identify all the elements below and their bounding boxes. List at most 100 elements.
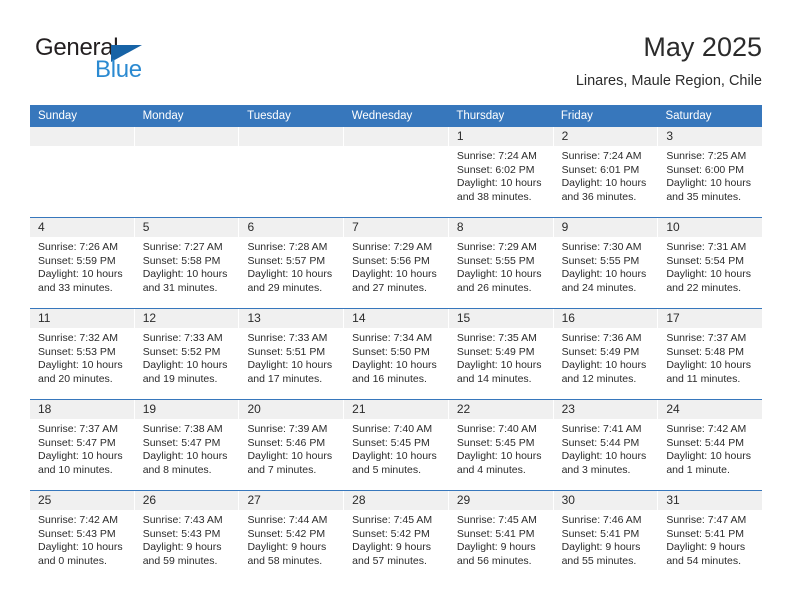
calendar-day-cell[interactable]: 23 Sunrise: 7:41 AM Sunset: 5:44 PM Dayligh… bbox=[553, 400, 659, 490]
calendar-day-cell[interactable]: 20 Sunrise: 7:39 AM Sunset: 5:46 PM Dayligh… bbox=[239, 400, 345, 490]
calendar-day-cell[interactable]: 19 Sunrise: 7:38 AM Sunset: 5:47 PM Dayligh… bbox=[134, 400, 240, 490]
calendar-day-number: 12 bbox=[134, 309, 239, 328]
day-daylight-line1-text: Daylight: 10 hours bbox=[352, 359, 437, 372]
calendar-day-cell[interactable]: 30 Sunrise: 7:46 AM Sunset: 5:41 PM Dayligh… bbox=[553, 491, 659, 581]
day-daylight-line1-text: Daylight: 10 hours bbox=[561, 450, 647, 463]
day-sunrise-text: Sunrise: 7:32 AM bbox=[38, 332, 118, 344]
day-daylight-line1-text: Daylight: 9 hours bbox=[142, 541, 222, 554]
page-subtitle: Linares, Maule Region, Chile bbox=[575, 73, 762, 89]
calendar-day-number: 11 bbox=[30, 309, 134, 328]
day-sunrise-text: Sunrise: 7:29 AM bbox=[352, 241, 433, 253]
calendar-day-number: 16 bbox=[553, 309, 658, 328]
calendar-day-details: Sunrise: 7:46 AM Sunset: 5:41 PM Daylight:… bbox=[554, 510, 658, 574]
calendar-grid: Sunday Monday Tuesday Wednesday Thursday… bbox=[30, 105, 763, 581]
day-daylight-line1-text: Daylight: 10 hours bbox=[456, 450, 542, 463]
calendar-day-cell[interactable]: 9 Sunrise: 7:30 AM Sunset: 5:55 PM Daylight… bbox=[553, 218, 659, 308]
calendar-day-cell[interactable]: 1 Sunrise: 7:24 AM Sunset: 6:02 PM Daylight… bbox=[448, 127, 554, 217]
day-daylight-line1-text: Daylight: 10 hours bbox=[456, 359, 542, 372]
calendar-day-cell[interactable]: 15 Sunrise: 7:35 AM Sunset: 5:49 PM Dayligh… bbox=[448, 309, 554, 399]
day-daylight-line2-text: and 35 minutes. bbox=[666, 190, 742, 203]
day-sunset-text: Sunset: 5:41 PM bbox=[666, 527, 744, 540]
day-sunrise-text: Sunrise: 7:40 AM bbox=[352, 423, 433, 435]
calendar-day-cell[interactable]: 5 Sunrise: 7:27 AM Sunset: 5:58 PM Daylight… bbox=[134, 218, 240, 308]
day-sunset-text: Sunset: 5:42 PM bbox=[352, 527, 430, 540]
calendar-day-cell[interactable]: 14 Sunrise: 7:34 AM Sunset: 5:50 PM Dayligh… bbox=[344, 309, 449, 399]
day-daylight-line2-text: and 56 minutes. bbox=[456, 554, 532, 567]
day-daylight-line2-text: and 36 minutes. bbox=[561, 190, 637, 203]
day-daylight-line2-text: and 10 minutes. bbox=[38, 463, 113, 476]
calendar-day-cell[interactable]: 7 Sunrise: 7:29 AM Sunset: 5:56 PM Daylight… bbox=[344, 218, 449, 308]
calendar-day-cell[interactable]: 18 Sunrise: 7:37 AM Sunset: 5:47 PM Dayligh… bbox=[30, 400, 135, 490]
day-daylight-line2-text: and 57 minutes. bbox=[352, 554, 427, 567]
day-daylight-line2-text: and 26 minutes. bbox=[456, 281, 532, 294]
calendar-day-details: Sunrise: 7:44 AM Sunset: 5:42 PM Daylight:… bbox=[239, 510, 343, 574]
calendar-day-cell[interactable]: 22 Sunrise: 7:40 AM Sunset: 5:45 PM Dayligh… bbox=[448, 400, 554, 490]
calendar-day-cell[interactable]: 13 Sunrise: 7:33 AM Sunset: 5:51 PM Dayligh… bbox=[239, 309, 345, 399]
calendar-day-cell[interactable]: 12 Sunrise: 7:33 AM Sunset: 5:52 PM Dayligh… bbox=[134, 309, 240, 399]
calendar-day-number bbox=[134, 127, 239, 146]
day-sunrise-text: Sunrise: 7:46 AM bbox=[561, 514, 642, 526]
day-sunset-text: Sunset: 5:46 PM bbox=[247, 436, 326, 449]
calendar-day-cell[interactable]: 17 Sunrise: 7:37 AM Sunset: 5:48 PM Dayligh… bbox=[658, 309, 763, 399]
calendar-day-cell[interactable]: 21 Sunrise: 7:40 AM Sunset: 5:45 PM Dayligh… bbox=[344, 400, 449, 490]
calendar-day-cell[interactable]: 4 Sunrise: 7:26 AM Sunset: 5:59 PM Daylight… bbox=[30, 218, 135, 308]
calendar-day-cell[interactable]: 2 Sunrise: 7:24 AM Sunset: 6:01 PM Daylight… bbox=[553, 127, 659, 217]
day-sunrise-text: Sunrise: 7:45 AM bbox=[352, 514, 433, 526]
day-daylight-line1-text: Daylight: 10 hours bbox=[561, 177, 647, 190]
calendar-day-cell[interactable]: 27 Sunrise: 7:44 AM Sunset: 5:42 PM Dayligh… bbox=[239, 491, 345, 581]
calendar-day-details: Sunrise: 7:34 AM Sunset: 5:50 PM Daylight:… bbox=[344, 328, 448, 392]
day-sunrise-text: Sunrise: 7:40 AM bbox=[456, 423, 537, 435]
day-daylight-line1-text: Daylight: 10 hours bbox=[247, 268, 333, 281]
calendar-day-cell[interactable]: 28 Sunrise: 7:45 AM Sunset: 5:42 PM Dayligh… bbox=[344, 491, 449, 581]
day-sunset-text: Sunset: 5:43 PM bbox=[142, 527, 221, 540]
day-sunrise-text: Sunrise: 7:33 AM bbox=[247, 332, 328, 344]
day-sunrise-text: Sunrise: 7:24 AM bbox=[456, 150, 537, 162]
day-daylight-line2-text: and 5 minutes. bbox=[352, 463, 422, 476]
brand-logo-blue-text: Blue bbox=[95, 56, 142, 83]
calendar-week-row: 18 Sunrise: 7:37 AM Sunset: 5:47 PM Dayligh… bbox=[30, 399, 763, 490]
calendar-day-cell[interactable]: 10 Sunrise: 7:31 AM Sunset: 5:54 PM Dayligh… bbox=[658, 218, 763, 308]
day-daylight-line1-text: Daylight: 10 hours bbox=[666, 359, 751, 372]
day-daylight-line2-text: and 16 minutes. bbox=[352, 372, 427, 385]
day-daylight-line1-text: Daylight: 9 hours bbox=[352, 541, 431, 554]
calendar-day-number: 5 bbox=[134, 218, 239, 237]
calendar-day-number: 4 bbox=[30, 218, 134, 237]
day-daylight-line2-text: and 0 minutes. bbox=[38, 554, 107, 567]
calendar-day-cell[interactable]: 25 Sunrise: 7:42 AM Sunset: 5:43 PM Dayligh… bbox=[30, 491, 135, 581]
calendar-day-number: 24 bbox=[658, 400, 763, 419]
calendar-day-cell[interactable]: 24 Sunrise: 7:42 AM Sunset: 5:44 PM Dayligh… bbox=[658, 400, 763, 490]
weekday-header-wednesday: Wednesday bbox=[351, 110, 413, 122]
calendar-day-cell[interactable]: 29 Sunrise: 7:45 AM Sunset: 5:41 PM Dayligh… bbox=[448, 491, 554, 581]
calendar-day-cell[interactable]: 6 Sunrise: 7:28 AM Sunset: 5:57 PM Daylight… bbox=[239, 218, 345, 308]
calendar-day-number: 6 bbox=[239, 218, 344, 237]
calendar-day-details: Sunrise: 7:42 AM Sunset: 5:44 PM Daylight:… bbox=[658, 419, 762, 483]
calendar-day-cell[interactable]: 8 Sunrise: 7:29 AM Sunset: 5:55 PM Daylight… bbox=[448, 218, 554, 308]
day-sunset-text: Sunset: 5:53 PM bbox=[38, 345, 116, 358]
day-daylight-line1-text: Daylight: 10 hours bbox=[666, 177, 751, 190]
calendar-day-number: 17 bbox=[658, 309, 763, 328]
calendar-day-number: 23 bbox=[553, 400, 658, 419]
day-sunset-text: Sunset: 5:47 PM bbox=[142, 436, 221, 449]
day-sunrise-text: Sunrise: 7:37 AM bbox=[38, 423, 118, 435]
calendar-day-cell[interactable]: 16 Sunrise: 7:36 AM Sunset: 5:49 PM Dayligh… bbox=[553, 309, 659, 399]
calendar-day-cell[interactable]: 3 Sunrise: 7:25 AM Sunset: 6:00 PM Daylight… bbox=[658, 127, 763, 217]
day-sunset-text: Sunset: 5:56 PM bbox=[352, 254, 430, 267]
day-daylight-line1-text: Daylight: 10 hours bbox=[666, 268, 751, 281]
calendar-day-cell[interactable]: 26 Sunrise: 7:43 AM Sunset: 5:43 PM Dayligh… bbox=[134, 491, 240, 581]
calendar-day-details: Sunrise: 7:33 AM Sunset: 5:51 PM Daylight:… bbox=[239, 328, 343, 392]
page-header: General Blue May 2025 Linares, Maule Reg… bbox=[30, 30, 762, 92]
day-daylight-line1-text: Daylight: 10 hours bbox=[456, 177, 542, 190]
day-sunrise-text: Sunrise: 7:25 AM bbox=[666, 150, 747, 162]
day-sunset-text: Sunset: 5:48 PM bbox=[666, 345, 744, 358]
brand-logo[interactable]: General Blue bbox=[35, 34, 235, 90]
calendar-day-details: Sunrise: 7:26 AM Sunset: 5:59 PM Daylight:… bbox=[30, 237, 134, 301]
calendar-day-cell[interactable]: 11 Sunrise: 7:32 AM Sunset: 5:53 PM Dayligh… bbox=[30, 309, 135, 399]
calendar-day-details: Sunrise: 7:29 AM Sunset: 5:56 PM Daylight:… bbox=[344, 237, 448, 301]
day-daylight-line2-text: and 3 minutes. bbox=[561, 463, 631, 476]
day-sunset-text: Sunset: 5:51 PM bbox=[247, 345, 326, 358]
calendar-day-number: 31 bbox=[658, 491, 763, 510]
day-daylight-line2-text: and 11 minutes. bbox=[666, 372, 741, 385]
day-daylight-line1-text: Daylight: 10 hours bbox=[247, 450, 333, 463]
calendar-day-cell[interactable]: 31 Sunrise: 7:47 AM Sunset: 5:41 PM Dayligh… bbox=[658, 491, 763, 581]
day-daylight-line2-text: and 8 minutes. bbox=[142, 463, 212, 476]
